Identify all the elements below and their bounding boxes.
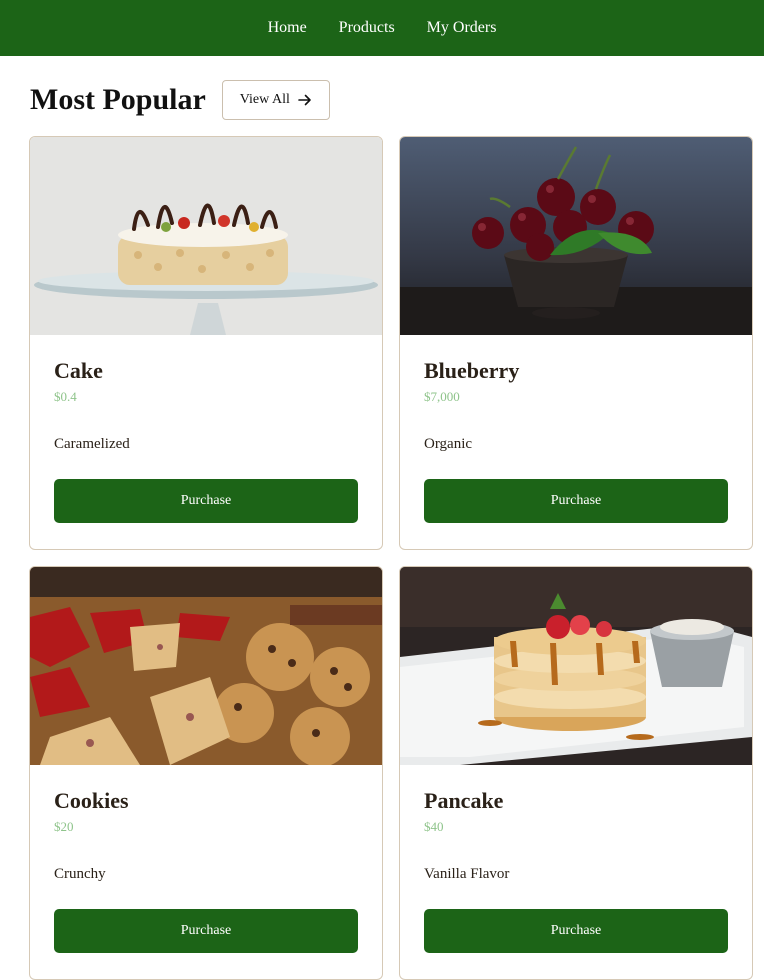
- product-price: $20: [54, 819, 74, 834]
- purchase-button[interactable]: Purchase: [54, 479, 358, 523]
- nav-link-my-orders[interactable]: My Orders: [427, 19, 497, 37]
- pancake-image: [400, 567, 752, 765]
- view-all-label: View All: [239, 92, 290, 107]
- section-header: Most Popular View All: [30, 80, 764, 120]
- blueberry-image: [400, 137, 752, 335]
- cookies-image: [30, 567, 382, 765]
- product-price: $40: [424, 819, 444, 834]
- purchase-button[interactable]: Purchase: [424, 909, 728, 953]
- card-body: Blueberry $7,000 Organic Purchase: [400, 335, 752, 523]
- cake-image: [30, 137, 382, 335]
- top-navbar: Home Products My Orders: [0, 0, 764, 56]
- nav-link-products[interactable]: Products: [339, 19, 395, 37]
- view-all-button[interactable]: View All: [221, 80, 330, 120]
- purchase-button[interactable]: Purchase: [54, 909, 358, 953]
- section-title: Most Popular: [30, 83, 206, 116]
- product-card-blueberry: Blueberry $7,000 Organic Purchase: [399, 136, 753, 550]
- arrow-right-icon: [298, 94, 311, 106]
- product-description: Organic: [424, 436, 473, 452]
- product-grid: Cake $0.4 Caramelized Purchase Blueberry…: [29, 136, 753, 980]
- product-price: $0.4: [54, 389, 77, 404]
- product-card-pancake: Pancake $40 Vanilla Flavor Purchase: [399, 566, 753, 980]
- product-description: Crunchy: [54, 866, 106, 882]
- card-body: Cake $0.4 Caramelized Purchase: [30, 335, 382, 523]
- product-card-cake: Cake $0.4 Caramelized Purchase: [29, 136, 383, 550]
- product-description: Vanilla Flavor: [424, 866, 510, 882]
- product-card-cookies: Cookies $20 Crunchy Purchase: [29, 566, 383, 980]
- product-name: Cake: [54, 358, 103, 383]
- product-name: Cookies: [54, 788, 129, 813]
- product-name: Pancake: [424, 788, 504, 813]
- nav-link-home[interactable]: Home: [268, 19, 307, 37]
- product-price: $7,000: [424, 389, 460, 404]
- card-body: Pancake $40 Vanilla Flavor Purchase: [400, 765, 752, 953]
- card-body: Cookies $20 Crunchy Purchase: [30, 765, 382, 953]
- product-name: Blueberry: [424, 358, 520, 383]
- product-description: Caramelized: [54, 436, 130, 452]
- purchase-button[interactable]: Purchase: [424, 479, 728, 523]
